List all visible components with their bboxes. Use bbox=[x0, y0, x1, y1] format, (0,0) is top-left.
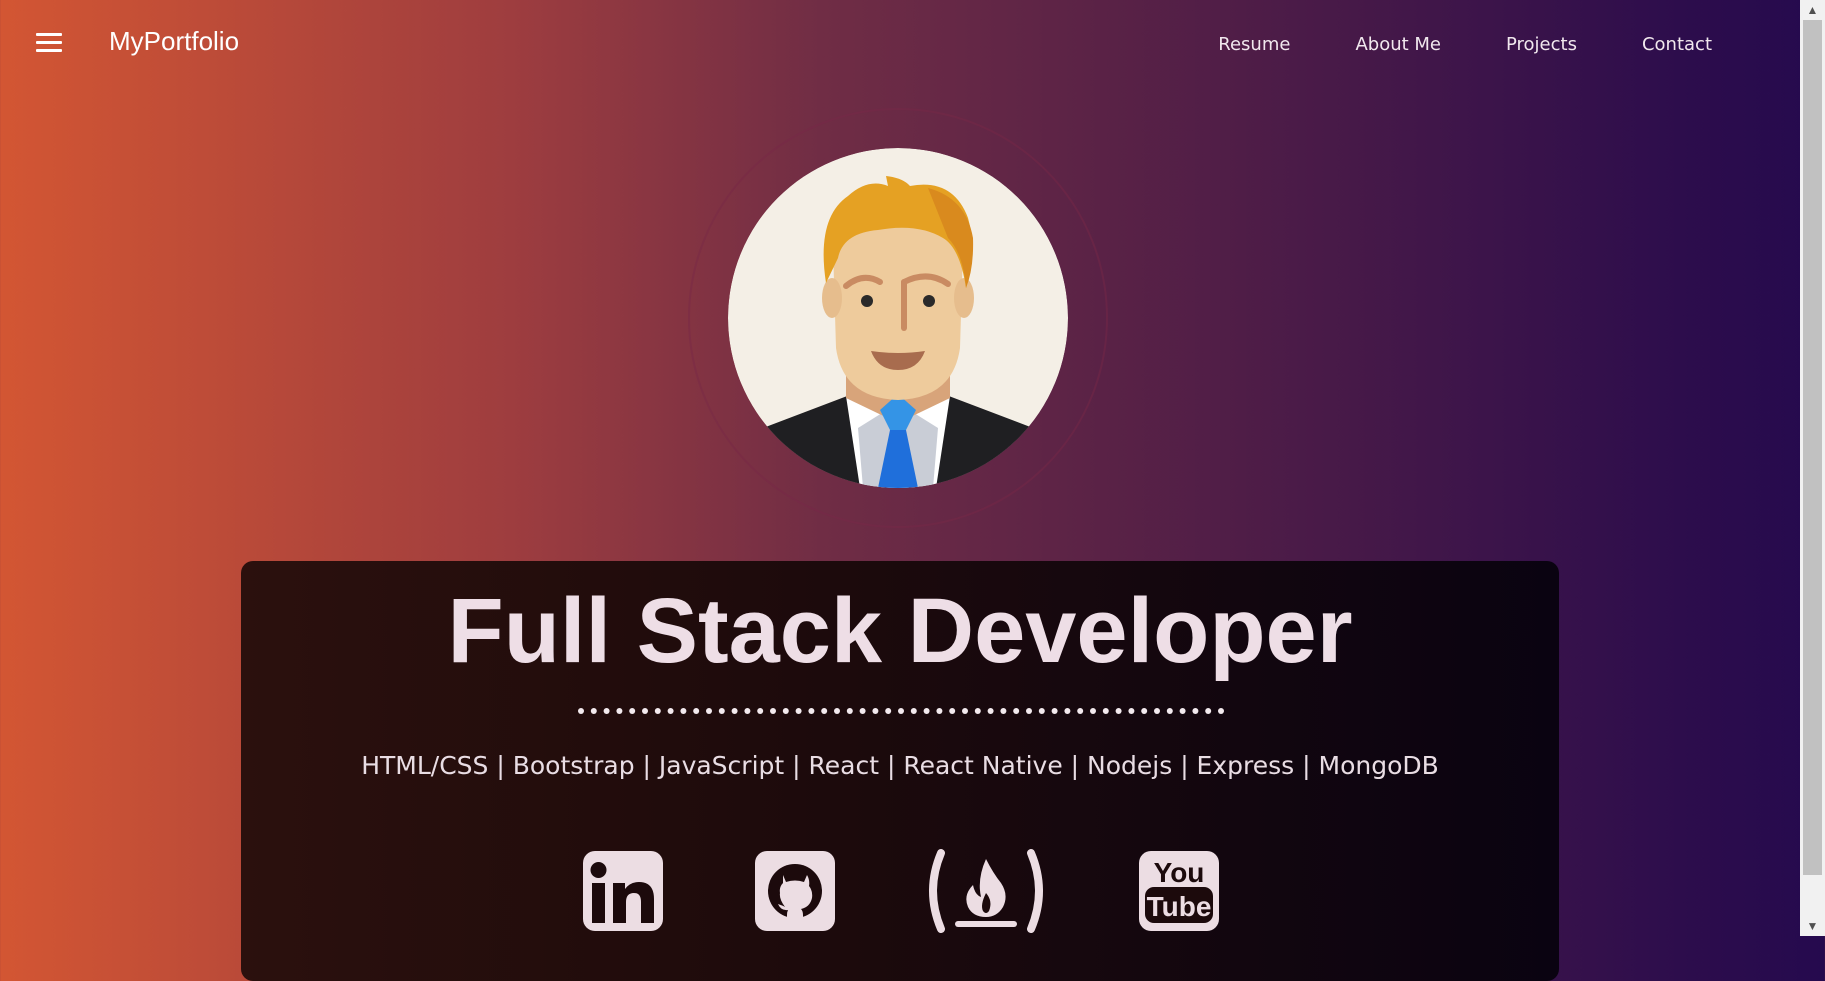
avatar bbox=[728, 148, 1068, 488]
svg-text:Tube: Tube bbox=[1147, 891, 1212, 922]
freecodecamp-icon[interactable] bbox=[923, 849, 1049, 938]
menu-icon[interactable] bbox=[36, 33, 62, 53]
scroll-down-icon[interactable]: ▼ bbox=[1800, 916, 1825, 936]
nav-resume[interactable]: Resume bbox=[1218, 34, 1290, 55]
social-links: You Tube bbox=[241, 849, 1559, 939]
github-icon[interactable] bbox=[753, 849, 837, 938]
vertical-scrollbar[interactable]: ▲ ▼ bbox=[1800, 0, 1825, 936]
skills-list: HTML/CSS | Bootstrap | JavaScript | Reac… bbox=[361, 751, 1439, 780]
scrollbar-thumb[interactable] bbox=[1803, 20, 1822, 875]
nav-contact[interactable]: Contact bbox=[1642, 34, 1712, 55]
youtube-icon[interactable]: You Tube bbox=[1137, 849, 1221, 938]
nav-projects[interactable]: Projects bbox=[1506, 34, 1577, 55]
main-nav: Resume About Me Projects Contact bbox=[1153, 34, 1712, 55]
header: MyPortfolio Resume About Me Projects Con… bbox=[0, 0, 1800, 90]
linkedin-icon[interactable] bbox=[581, 849, 665, 938]
brand-link[interactable]: MyPortfolio bbox=[109, 26, 239, 57]
page: MyPortfolio Resume About Me Projects Con… bbox=[0, 0, 1800, 981]
hero-title: Full Stack Developer bbox=[447, 580, 1353, 682]
dotted-divider bbox=[578, 708, 1224, 714]
hero-card: Full Stack Developer HTML/CSS | Bootstra… bbox=[241, 561, 1559, 981]
scroll-up-icon[interactable]: ▲ bbox=[1800, 0, 1825, 20]
nav-about-me[interactable]: About Me bbox=[1355, 34, 1441, 55]
svg-text:You: You bbox=[1154, 857, 1205, 888]
